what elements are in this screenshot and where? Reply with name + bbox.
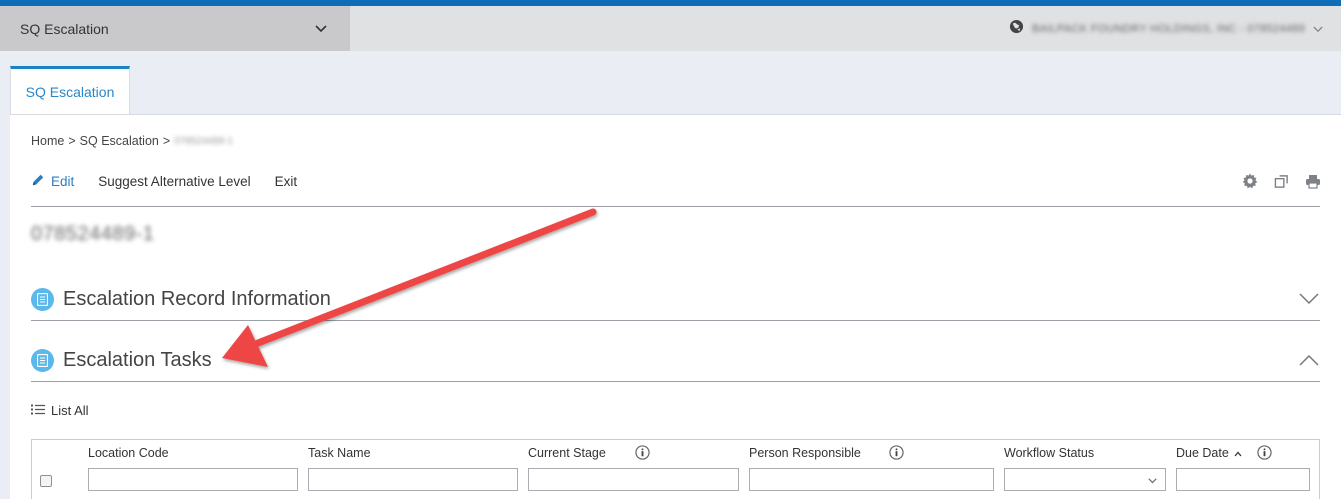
breadcrumb: Home > SQ Escalation > 078524489-1 (31, 134, 233, 148)
tab-strip: SQ Escalation (0, 51, 1341, 115)
module-selector[interactable]: SQ Escalation (0, 6, 350, 51)
chevron-down-icon (312, 20, 330, 38)
breadcrumb-separator: > (162, 134, 171, 148)
document-icon (31, 287, 54, 311)
section-divider (31, 381, 1320, 382)
due-date-label: Due Date (1176, 446, 1229, 460)
edit-button-label: Edit (51, 173, 75, 189)
section-title: Escalation Record Information (63, 287, 331, 310)
toolbar-divider (31, 206, 1320, 207)
tasks-grid: Location Code Task Name Current Stage Pe… (31, 439, 1320, 499)
breadcrumb-module[interactable]: SQ Escalation (80, 134, 159, 148)
organization-name: BAILPACK FOUNDRY HOLDINGS, INC - 0785244… (1031, 22, 1305, 35)
info-icon[interactable] (1257, 445, 1272, 465)
pencil-icon (31, 173, 45, 190)
app-bar: SQ Escalation BAILPACK FOUNDRY HOLDINGS,… (0, 6, 1341, 51)
chevron-down-icon[interactable] (1298, 288, 1320, 310)
organization-selector[interactable]: BAILPACK FOUNDRY HOLDINGS, INC - 0785244… (1009, 6, 1323, 51)
sort-ascending-icon (1234, 446, 1242, 460)
info-icon[interactable] (635, 445, 650, 465)
column-header-due-date[interactable]: Due Date (1176, 446, 1242, 460)
toolbar: Edit Suggest Alternative Level Exit (31, 168, 1321, 194)
location-code-filter-input[interactable] (88, 468, 298, 491)
current-stage-filter-input[interactable] (528, 468, 739, 491)
info-icon[interactable] (889, 445, 904, 465)
record-id-heading: 078524489-1 (31, 223, 155, 245)
section-title: Escalation Tasks (63, 348, 212, 371)
content-panel: Home > SQ Escalation > 078524489-1 Edit … (10, 114, 1341, 499)
section-escalation-tasks[interactable]: Escalation Tasks (31, 342, 1320, 378)
list-icon (31, 403, 45, 418)
column-header-current-stage[interactable]: Current Stage (528, 446, 606, 460)
module-selector-label: SQ Escalation (20, 20, 109, 37)
edit-button[interactable]: Edit (31, 173, 74, 190)
section-escalation-record-information[interactable]: Escalation Record Information (31, 281, 1320, 317)
list-all-button[interactable]: List All (31, 403, 89, 418)
column-header-task-name[interactable]: Task Name (308, 446, 371, 460)
breadcrumb-home[interactable]: Home (31, 134, 64, 148)
toolbar-actions (1242, 168, 1321, 194)
task-name-filter-input[interactable] (308, 468, 518, 491)
column-header-person-responsible[interactable]: Person Responsible (749, 446, 861, 460)
exit-button[interactable]: Exit (275, 174, 298, 189)
gear-icon[interactable] (1242, 173, 1258, 189)
breadcrumb-separator: > (68, 134, 76, 148)
section-divider (31, 320, 1320, 321)
select-all-checkbox[interactable] (40, 475, 52, 487)
tab-sq-escalation[interactable]: SQ Escalation (10, 66, 130, 115)
person-responsible-filter-input[interactable] (749, 468, 994, 491)
list-all-label: List All (51, 403, 89, 418)
globe-icon (1009, 19, 1024, 39)
chevron-up-icon[interactable] (1298, 349, 1320, 371)
workflow-status-filter-select[interactable] (1004, 468, 1166, 491)
column-header-location-code[interactable]: Location Code (88, 446, 169, 460)
due-date-filter-input[interactable] (1176, 468, 1310, 491)
suggest-alternative-level-button[interactable]: Suggest Alternative Level (98, 174, 250, 189)
document-icon (31, 348, 54, 372)
breadcrumb-record: 078524489-1 (174, 135, 234, 147)
print-icon[interactable] (1305, 174, 1321, 189)
column-header-workflow-status[interactable]: Workflow Status (1004, 446, 1094, 460)
chevron-down-icon (1148, 471, 1157, 489)
chevron-down-icon (1313, 20, 1323, 38)
popout-window-icon[interactable] (1274, 174, 1289, 189)
